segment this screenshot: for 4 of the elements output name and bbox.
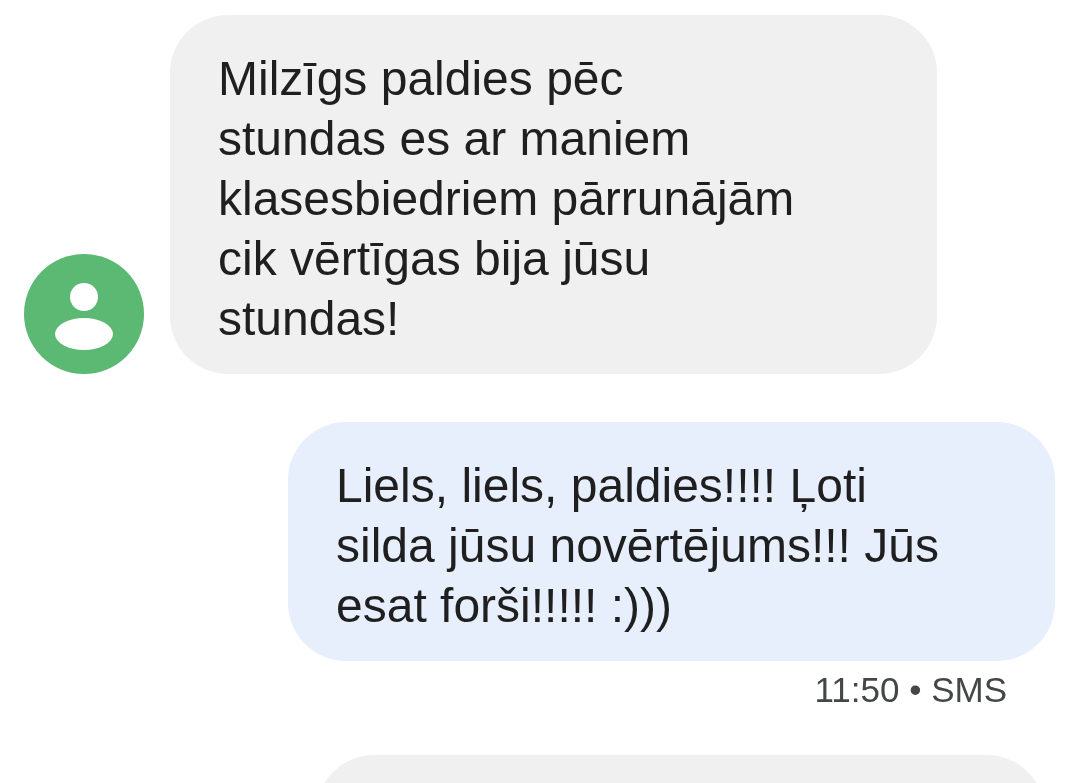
message-text: Milzīgs paldies pēc stundas es ar maniem klasesbiedriem pārrunājām cik vērtīgas bija jūsu stundas! — [218, 51, 796, 347]
message-text: Liels, liels, paldies!!!! Ļoti silda jūsu novērtējums!!! Jūs esat forši!!!!! :))) — [336, 458, 940, 634]
message-timestamp: 11:50 • SMS — [814, 670, 1007, 710]
avatar-icon — [24, 254, 144, 374]
